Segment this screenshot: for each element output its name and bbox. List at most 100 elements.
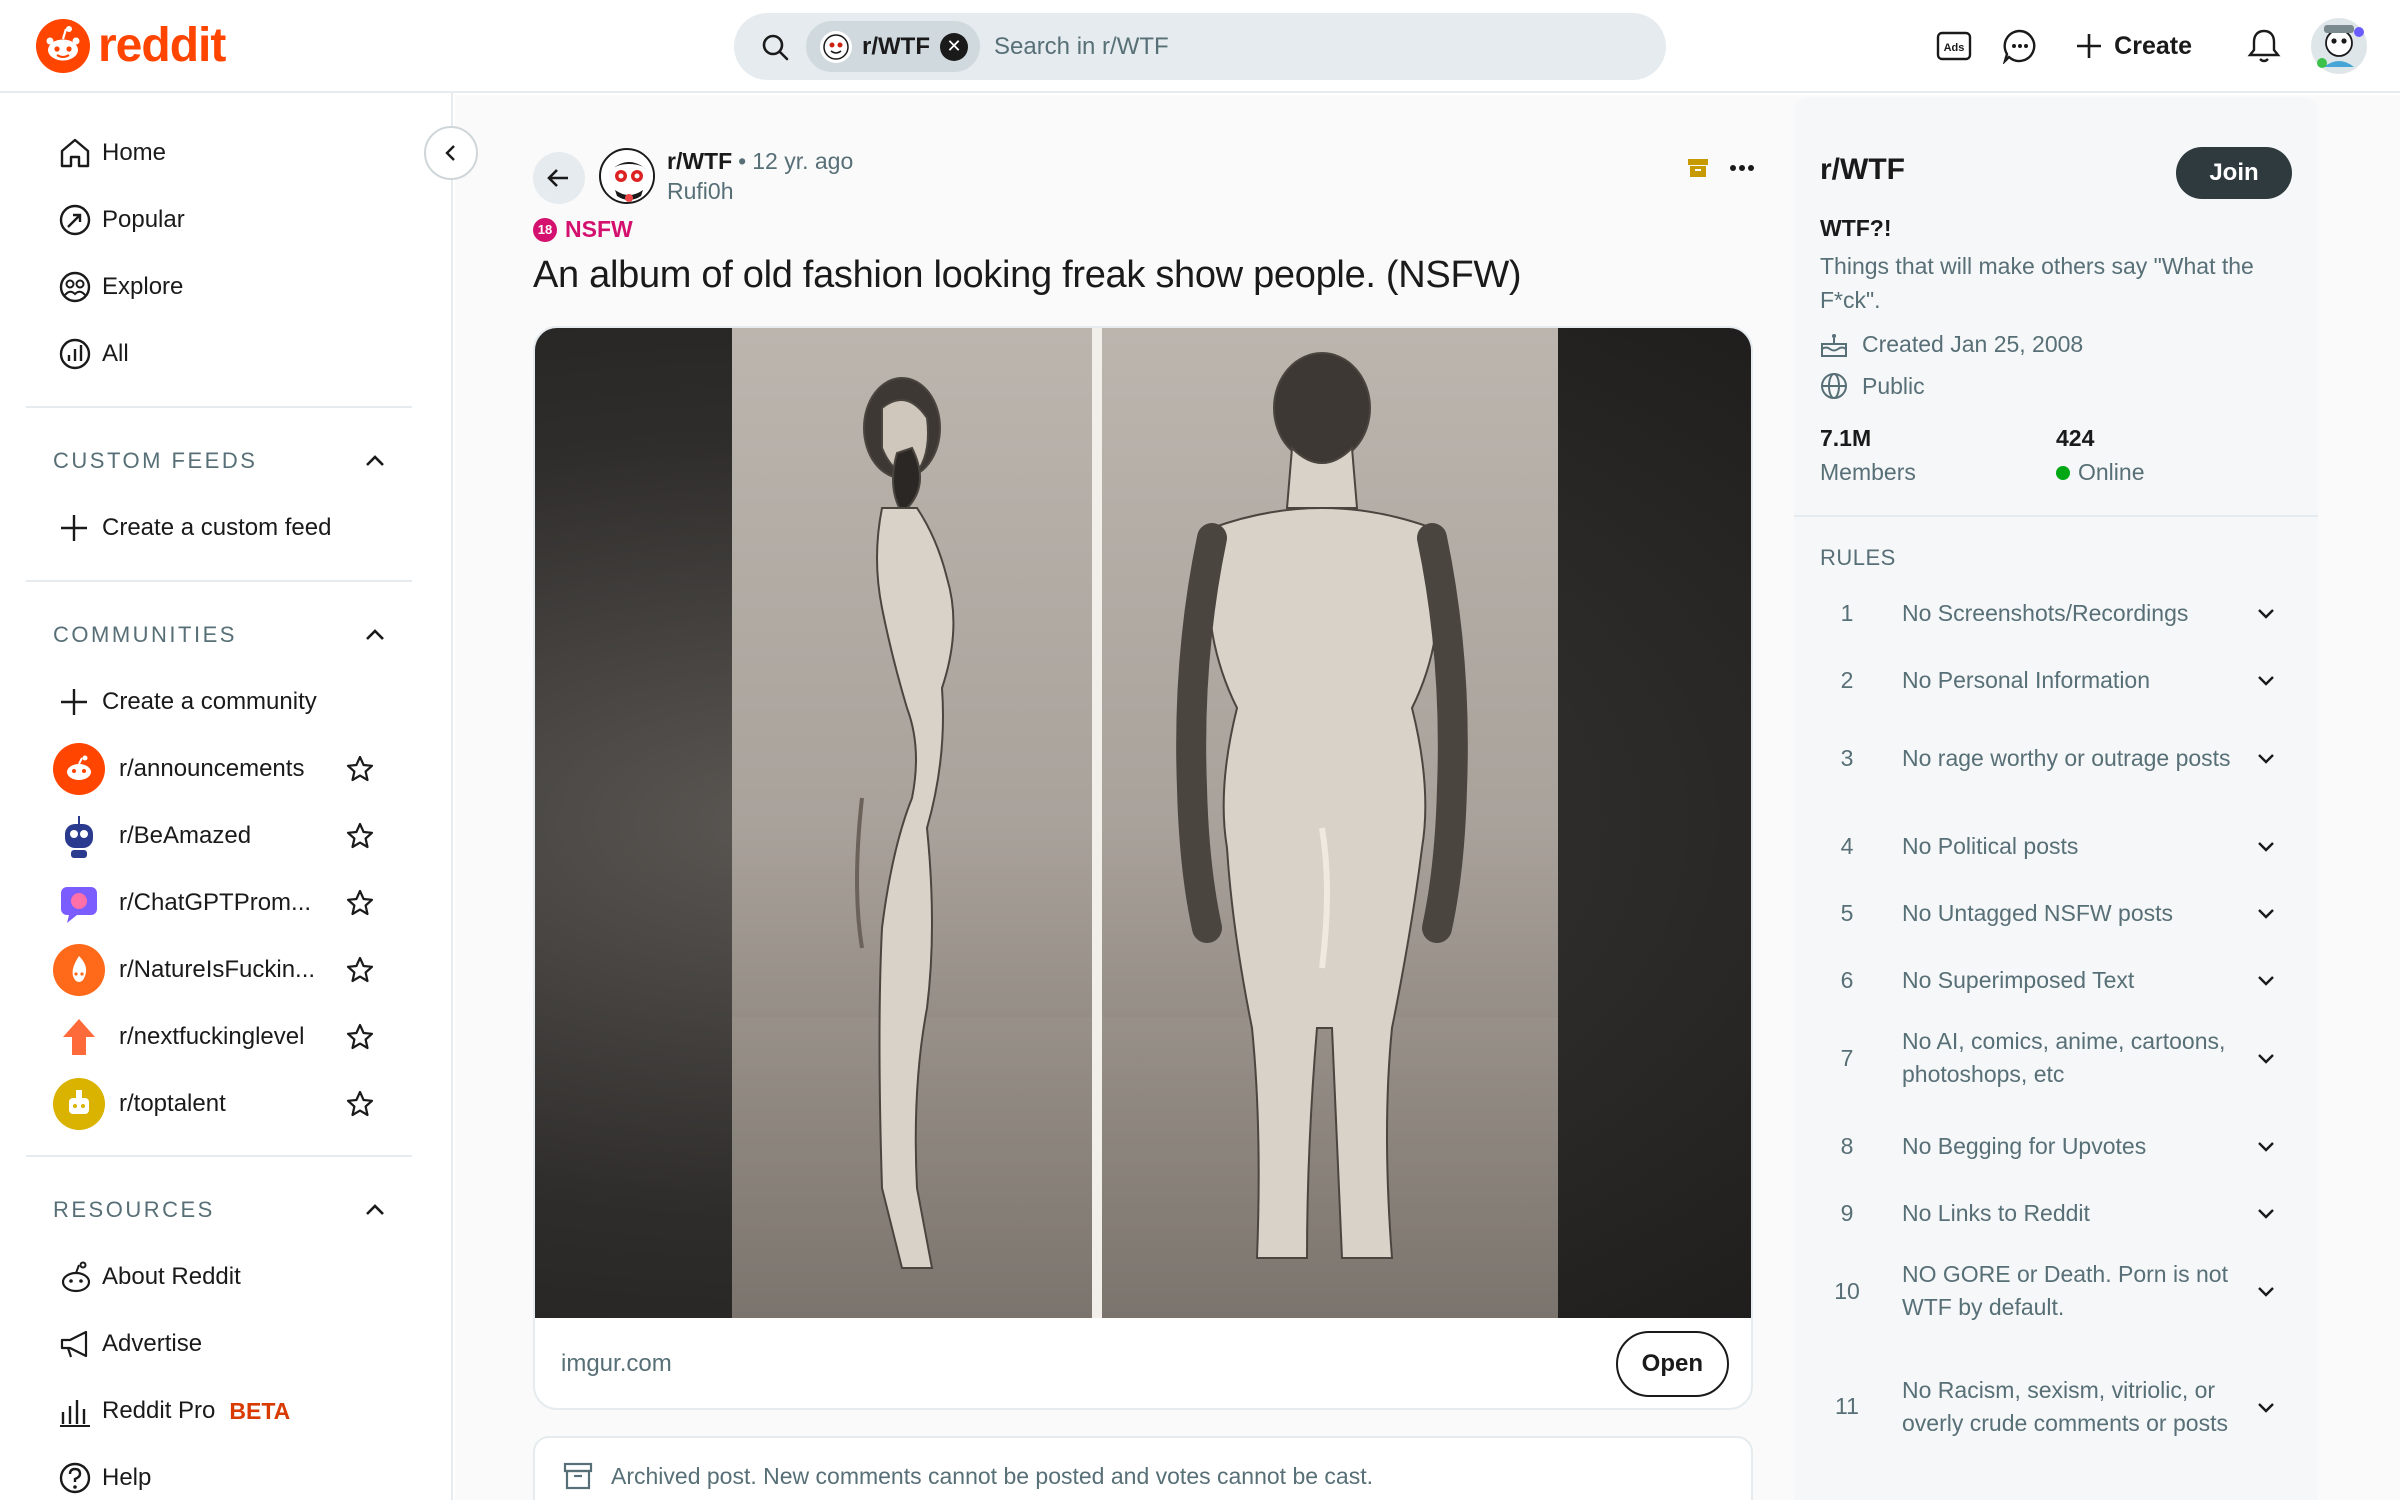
create-community[interactable]: Create a community [26, 671, 412, 733]
resource-label: About Reddit [102, 1263, 241, 1290]
communities-header[interactable]: COMMUNITIES [26, 608, 386, 662]
bar-chart-icon [60, 1400, 90, 1427]
star-icon[interactable] [345, 1022, 375, 1052]
subreddit-avatar[interactable] [599, 148, 655, 204]
rule-item[interactable]: 11 No Racism, sexism, vitriolic, or over… [1820, 1357, 2290, 1456]
megaphone-icon [60, 1330, 88, 1358]
post-author[interactable]: Rufi0h [667, 178, 733, 205]
resource-help[interactable]: Help [26, 1447, 412, 1500]
resource-label: Reddit Pro [102, 1397, 216, 1424]
nav-explore[interactable]: Explore [26, 256, 412, 318]
create-label: Create [2114, 31, 2192, 60]
plus-icon [61, 689, 87, 715]
link-domain[interactable]: imgur.com [561, 1350, 672, 1378]
chevron-down-icon [2258, 609, 2274, 619]
star-icon[interactable] [345, 821, 375, 851]
chat-icon [2003, 29, 2036, 64]
resource-about-reddit[interactable]: About Reddit [26, 1246, 412, 1308]
user-avatar[interactable] [2310, 17, 2368, 75]
nav-popular[interactable]: Popular [26, 189, 412, 251]
reddit-logo[interactable]: reddit [36, 18, 226, 73]
star-icon[interactable] [345, 888, 375, 918]
post-image [732, 328, 1558, 1318]
chevron-up-icon [366, 1204, 384, 1215]
rule-item[interactable]: 10 NO GORE or Death. Porn is not WTF by … [1820, 1258, 2290, 1324]
sidebar-divider [26, 406, 412, 408]
community-tagline: WTF?! [1820, 215, 1892, 241]
ads-icon: Ads [1936, 31, 1972, 61]
link-media-card[interactable]: imgur.com Open [533, 326, 1753, 1410]
rule-number: 1 [1840, 599, 1854, 626]
chevron-up-icon [366, 629, 384, 640]
back-button[interactable] [533, 152, 585, 204]
sidebar-divider [26, 1155, 412, 1157]
home-icon [60, 138, 90, 168]
rule-item[interactable]: 8 No Begging for Upvotes [1820, 1124, 2290, 1168]
community-visibility-text: Public [1862, 372, 1925, 399]
join-button[interactable]: Join [2176, 147, 2292, 199]
nsfw-18-icon: 18 [533, 217, 557, 242]
star-icon[interactable] [345, 1089, 375, 1119]
rule-number: 4 [1840, 832, 1854, 859]
rule-number: 11 [1835, 1393, 1859, 1419]
post-title: An album of old fashion looking freak sh… [533, 254, 1522, 296]
resource-advertise[interactable]: Advertise [26, 1313, 412, 1375]
community-name: r/BeAmazed [119, 822, 252, 849]
logo-wordmark: reddit [98, 19, 226, 72]
rule-text: No Screenshots/Recordings [1902, 599, 2189, 626]
rule-item[interactable]: 3 No rage worthy or outrage posts [1820, 725, 2290, 791]
clear-scope-icon[interactable]: ✕ [939, 32, 968, 61]
ads-button[interactable]: Ads [1924, 16, 1984, 76]
community-item[interactable]: r/nextfuckinglevel [26, 1006, 386, 1068]
more-options-icon[interactable] [1729, 164, 1755, 172]
community-item[interactable]: r/toptalent [26, 1073, 386, 1135]
rule-text: No rage worthy or outrage posts [1902, 744, 2231, 771]
star-icon[interactable] [345, 754, 375, 784]
community-item[interactable]: r/announcements [26, 738, 386, 800]
nav-home[interactable]: Home [26, 122, 412, 184]
rule-text: No Racism, sexism, vitriolic, or overly … [1902, 1376, 2228, 1436]
open-link-button[interactable]: Open [1615, 1331, 1729, 1397]
search-bar[interactable]: r/WTF ✕ Search in r/WTF [734, 13, 1666, 80]
star-icon[interactable] [345, 955, 375, 985]
rule-item[interactable]: 4 No Political posts [1820, 824, 2290, 868]
search-input[interactable]: Search in r/WTF [994, 33, 1169, 61]
chat-button[interactable] [1990, 16, 2050, 76]
rule-item[interactable]: 7 No AI, comics, anime, cartoons, photos… [1820, 1025, 2290, 1091]
notifications-button[interactable] [2234, 16, 2294, 76]
community-name: r/announcements [119, 755, 305, 782]
rule-item[interactable]: 9 No Links to Reddit [1820, 1191, 2290, 1235]
link-bar: imgur.com Open [535, 1318, 1751, 1408]
online-label: Online [2056, 459, 2144, 486]
community-item[interactable]: r/ChatGPTProm... [26, 872, 386, 934]
notification-dot [2354, 27, 2364, 37]
resource-reddit-pro[interactable]: Reddit Pro BETA [26, 1380, 412, 1442]
search-scope-chip[interactable]: r/WTF ✕ [806, 21, 980, 72]
custom-feeds-header[interactable]: CUSTOM FEEDS [26, 434, 386, 488]
post-age: 12 yr. ago [752, 148, 854, 174]
nav-all[interactable]: All [26, 323, 412, 385]
rule-number: 2 [1840, 666, 1854, 693]
rules-title: RULES [1820, 545, 1896, 570]
rule-item[interactable]: 1 No Screenshots/Recordings [1820, 591, 2290, 635]
community-item[interactable]: r/NatureIsFuckin... [26, 939, 386, 1001]
rule-item[interactable]: 6 No Superimposed Text [1820, 958, 2290, 1002]
community-name[interactable]: r/WTF [1820, 153, 1905, 187]
post-subreddit-link[interactable]: r/WTF [667, 148, 732, 175]
post-media[interactable] [535, 328, 1751, 1318]
chevron-left-icon [445, 145, 455, 161]
archived-notice-text: Archived post. New comments cannot be po… [611, 1462, 1373, 1489]
create-custom-feed[interactable]: Create a custom feed [26, 497, 412, 559]
rule-item[interactable]: 5 No Untagged NSFW posts [1820, 891, 2290, 935]
search-scope-label: r/WTF [862, 32, 930, 60]
panel-divider [1794, 515, 2318, 517]
community-item[interactable]: r/BeAmazed [26, 805, 386, 867]
create-button[interactable]: Create [2056, 16, 2210, 76]
archive-icon [1688, 159, 1708, 177]
rule-item[interactable]: 2 No Personal Information [1820, 658, 2290, 702]
resources-header[interactable]: RESOURCES [26, 1183, 386, 1237]
svg-text:Ads: Ads [1944, 42, 1965, 54]
collapse-sidebar-button[interactable] [424, 126, 478, 180]
rule-text: No Links to Reddit [1902, 1199, 2090, 1226]
archived-notice: Archived post. New comments cannot be po… [533, 1436, 1753, 1500]
